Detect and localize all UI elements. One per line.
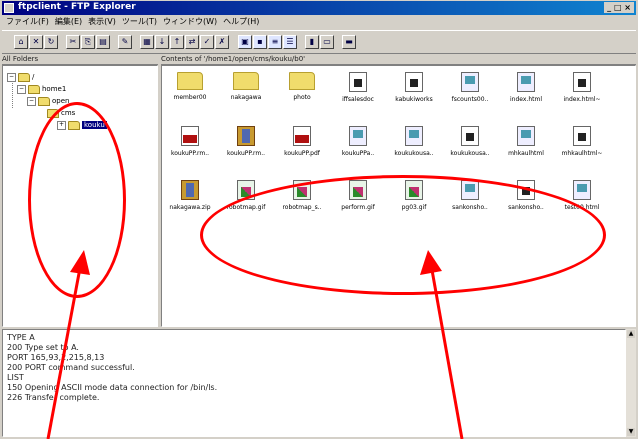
arrowhead-icon bbox=[420, 250, 442, 275]
annotation-arrows bbox=[46, 250, 464, 439]
arrowhead-icon bbox=[70, 250, 90, 275]
annotation-arrow-files bbox=[430, 269, 464, 439]
annotation-arrow-tree bbox=[46, 267, 82, 439]
